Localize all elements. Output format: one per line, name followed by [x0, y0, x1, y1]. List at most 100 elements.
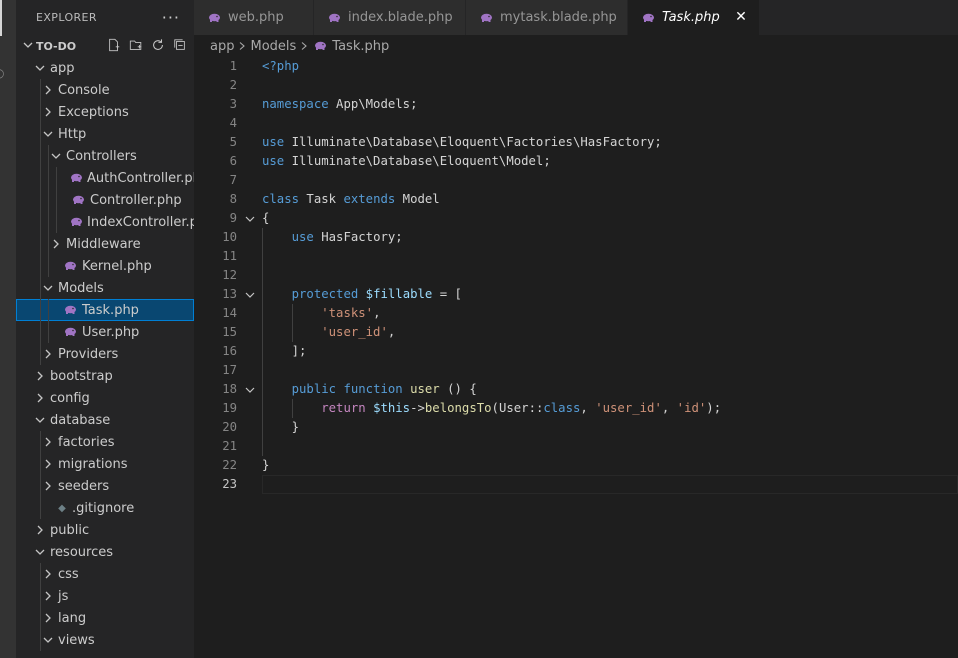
code-text: ]; [262, 342, 307, 361]
breadcrumb: app Models Task.php [194, 35, 958, 57]
code-line[interactable]: 21 [194, 437, 958, 456]
code-line[interactable]: 12 [194, 266, 958, 285]
indent-guide [40, 431, 41, 453]
tree-folder[interactable]: bootstrap [16, 365, 194, 387]
tree-folder[interactable]: config [16, 387, 194, 409]
code-text: protected $fillable = [ [262, 285, 462, 304]
tree-folder[interactable]: lang [16, 607, 194, 629]
tree-folder[interactable]: js [16, 585, 194, 607]
code-line[interactable]: 20 } [194, 418, 958, 437]
editor-tab[interactable]: web.php [194, 0, 314, 35]
tree-folder[interactable]: views [16, 629, 194, 651]
code-line[interactable]: 13 protected $fillable = [ [194, 285, 958, 304]
code-text: use HasFactory; [262, 228, 403, 247]
search-icon[interactable]: ○ [0, 66, 8, 80]
tree-folder[interactable]: seeders [16, 475, 194, 497]
code-line[interactable]: 6 use Illuminate\Database\Eloquent\Model; [194, 152, 958, 171]
code-line[interactable]: 9{ [194, 209, 958, 228]
tree-folder[interactable]: factories [16, 431, 194, 453]
line-number: 11 [222, 249, 237, 263]
code-text: return $this->belongsTo(User::class, 'us… [262, 399, 721, 418]
tree-folder[interactable]: database [16, 409, 194, 431]
tree-folder[interactable]: Console [16, 79, 194, 101]
close-icon[interactable]: ✕ [733, 9, 749, 25]
editor-tab[interactable]: index.blade.php [314, 0, 466, 35]
code-line[interactable]: 8 class Task extends Model [194, 190, 958, 209]
tree-item-label: Middleware [66, 236, 141, 252]
code-line[interactable]: 1 <?php [194, 57, 958, 76]
tree-folder[interactable]: css [16, 563, 194, 585]
indent-guide [40, 101, 41, 123]
tree-file[interactable]: ◆ .gitignore [16, 497, 194, 519]
tree-folder[interactable]: Models [16, 277, 194, 299]
line-number: 22 [222, 458, 237, 472]
tree-item-label: migrations [58, 456, 128, 472]
chevron-right-icon [48, 236, 64, 252]
indent-guide [262, 228, 263, 456]
code-line[interactable]: 4 [194, 114, 958, 133]
tree-item-label: .gitignore [72, 500, 135, 516]
more-actions-icon[interactable]: ··· [162, 8, 180, 27]
fold-chevron-icon[interactable] [244, 384, 256, 396]
indent-guide [56, 211, 57, 233]
line-number: 2 [229, 78, 237, 92]
project-root[interactable]: TO-DO [16, 35, 194, 57]
tree-file[interactable]: User.php [16, 321, 194, 343]
new-folder-icon[interactable] [128, 37, 144, 53]
tree-folder[interactable]: migrations [16, 453, 194, 475]
code-line[interactable]: 14 'tasks', [194, 304, 958, 323]
editor-tabs: web.php index.blade.php mytask.blade.php Ta… [194, 0, 958, 35]
code-line[interactable]: 11 [194, 247, 958, 266]
source-control-icon[interactable]: › [0, 120, 8, 134]
code-token: 'user_id' [321, 325, 388, 339]
editor-tab[interactable]: Task.php ✕ [628, 0, 760, 35]
code-line[interactable]: 3 namespace App\Models; [194, 95, 958, 114]
chevron-right-icon [40, 82, 56, 98]
tree-file[interactable]: Controller.php [16, 189, 194, 211]
tree-folder[interactable]: Middleware [16, 233, 194, 255]
tree-folder[interactable]: Http [16, 123, 194, 145]
code-line[interactable]: 19 return $this->belongsTo(User::class, … [194, 399, 958, 418]
breadcrumb-item[interactable]: Models [250, 39, 296, 54]
code-line[interactable]: 5 use Illuminate\Database\Eloquent\Factor… [194, 133, 958, 152]
code-line[interactable]: 2 [194, 76, 958, 95]
indent-guide [292, 304, 293, 342]
tree-folder[interactable]: resources [16, 541, 194, 563]
indent-guide [40, 321, 41, 343]
new-file-icon[interactable] [106, 37, 122, 53]
tree-file[interactable]: Task.php [16, 299, 194, 321]
code-line[interactable]: 22} [194, 456, 958, 475]
indent-guide [292, 399, 293, 418]
code-text: 'tasks', [262, 304, 380, 323]
tree-folder[interactable]: public [16, 519, 194, 541]
chevron-down-icon [40, 126, 56, 142]
tree-file[interactable]: IndexController.php [16, 211, 194, 233]
code-line[interactable]: 16 ]; [194, 342, 958, 361]
collapse-all-icon[interactable] [172, 37, 188, 53]
code-line[interactable]: 15 'user_id', [194, 323, 958, 342]
fold-chevron-icon[interactable] [244, 213, 256, 225]
code-line[interactable]: 10 use HasFactory; [194, 228, 958, 247]
extensions-icon[interactable]: ▯ [0, 220, 8, 234]
code-line[interactable]: 18 public function user () { [194, 380, 958, 399]
tree-folder[interactable]: Exceptions [16, 101, 194, 123]
refresh-icon[interactable] [150, 37, 166, 53]
code-text: } [262, 418, 299, 437]
breadcrumb-item[interactable]: Task.php [332, 39, 389, 54]
tree-folder[interactable]: app [16, 57, 194, 79]
code-line[interactable]: 7 [194, 171, 958, 190]
run-debug-icon[interactable]: › [0, 170, 8, 184]
breadcrumb-item[interactable]: app [210, 39, 234, 54]
editor-tab[interactable]: mytask.blade.php [466, 0, 628, 35]
code-token: () { [439, 382, 477, 396]
explorer-icon[interactable]: ▯ [0, 12, 8, 26]
tree-folder[interactable]: Providers [16, 343, 194, 365]
code-line[interactable]: 23 [194, 475, 958, 494]
tree-file[interactable]: AuthController.php [16, 167, 194, 189]
tree-file[interactable]: Kernel.php [16, 255, 194, 277]
code-line[interactable]: 17 [194, 361, 958, 380]
fold-chevron-icon[interactable] [244, 289, 256, 301]
tree-folder[interactable]: Controllers [16, 145, 194, 167]
code-editor[interactable]: 1 <?php 2 3 namespace App\Models; 4 5 use Illum… [194, 57, 958, 658]
